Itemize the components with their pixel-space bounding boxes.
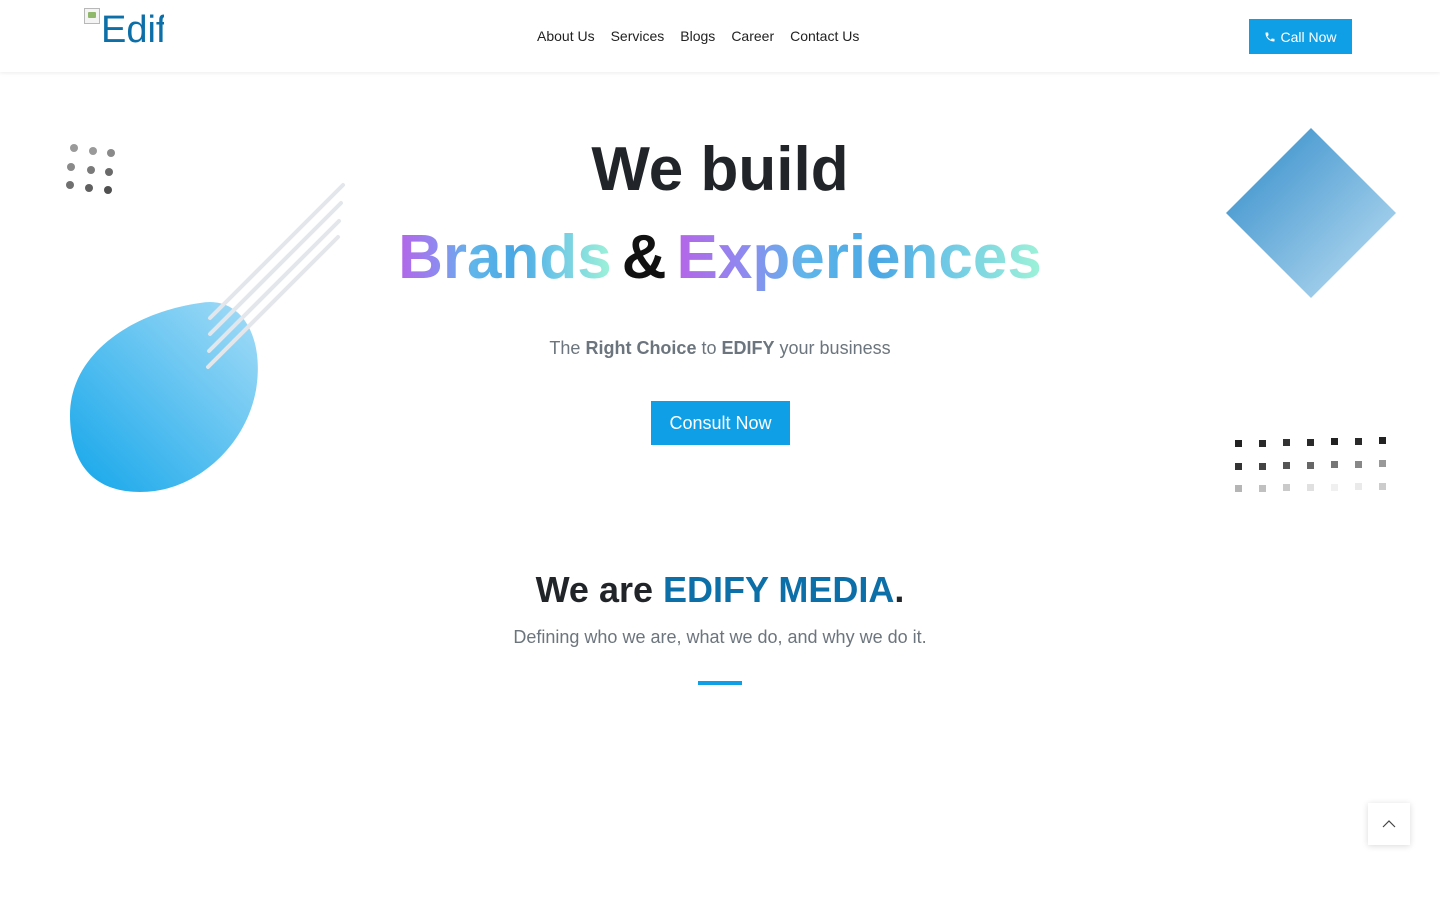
phone-icon: [1265, 32, 1275, 41]
about-title-suffix: .: [894, 569, 905, 610]
about-title: We are EDIFY MEDIA.: [0, 566, 1440, 614]
logo[interactable]: Edify: [84, 8, 164, 54]
tagline-rest: your business: [779, 338, 891, 358]
hero-title: We build: [591, 135, 849, 204]
main-nav: About Us Services Blogs Career Contact U…: [537, 26, 859, 46]
about-title-brand: EDIFY MEDIA: [663, 569, 895, 610]
call-now-button[interactable]: Call Now: [1249, 19, 1352, 54]
consult-now-button[interactable]: Consult Now: [651, 401, 790, 445]
hero-word-brands: Brands: [398, 223, 612, 292]
nav-about-us[interactable]: About Us: [537, 26, 595, 46]
tagline-right-choice: Right Choice: [585, 338, 697, 358]
tagline-edify: EDIFY: [721, 338, 775, 358]
chevron-up-icon: [1382, 820, 1396, 828]
hero-subtitle: Brands & Experiences: [0, 218, 1440, 298]
about-description: Defining who we are, what we do, and why…: [513, 627, 927, 647]
nav-contact-us[interactable]: Contact Us: [790, 26, 859, 46]
nav-career[interactable]: Career: [731, 26, 774, 46]
hero-word-experiences: Experiences: [676, 223, 1042, 292]
hero-tagline: The Right Choice to EDIFY your business: [0, 336, 1440, 360]
about-title-prefix: We are: [535, 569, 653, 610]
call-now-label: Call Now: [1280, 28, 1337, 45]
nav-blogs[interactable]: Blogs: [680, 26, 715, 46]
hero-ampersand: &: [621, 223, 667, 292]
tagline-the: The: [549, 338, 581, 358]
nav-services[interactable]: Services: [611, 26, 665, 46]
back-to-top-button[interactable]: [1368, 803, 1410, 845]
squares-decoration-right: [1235, 437, 1386, 492]
section-divider: [698, 681, 742, 685]
tagline-to: to: [701, 338, 717, 358]
broken-image-icon: [84, 8, 100, 24]
logo-alt-text: Edify: [101, 9, 164, 51]
site-header: Edify About Us Services Blogs Career Con…: [0, 0, 1440, 72]
